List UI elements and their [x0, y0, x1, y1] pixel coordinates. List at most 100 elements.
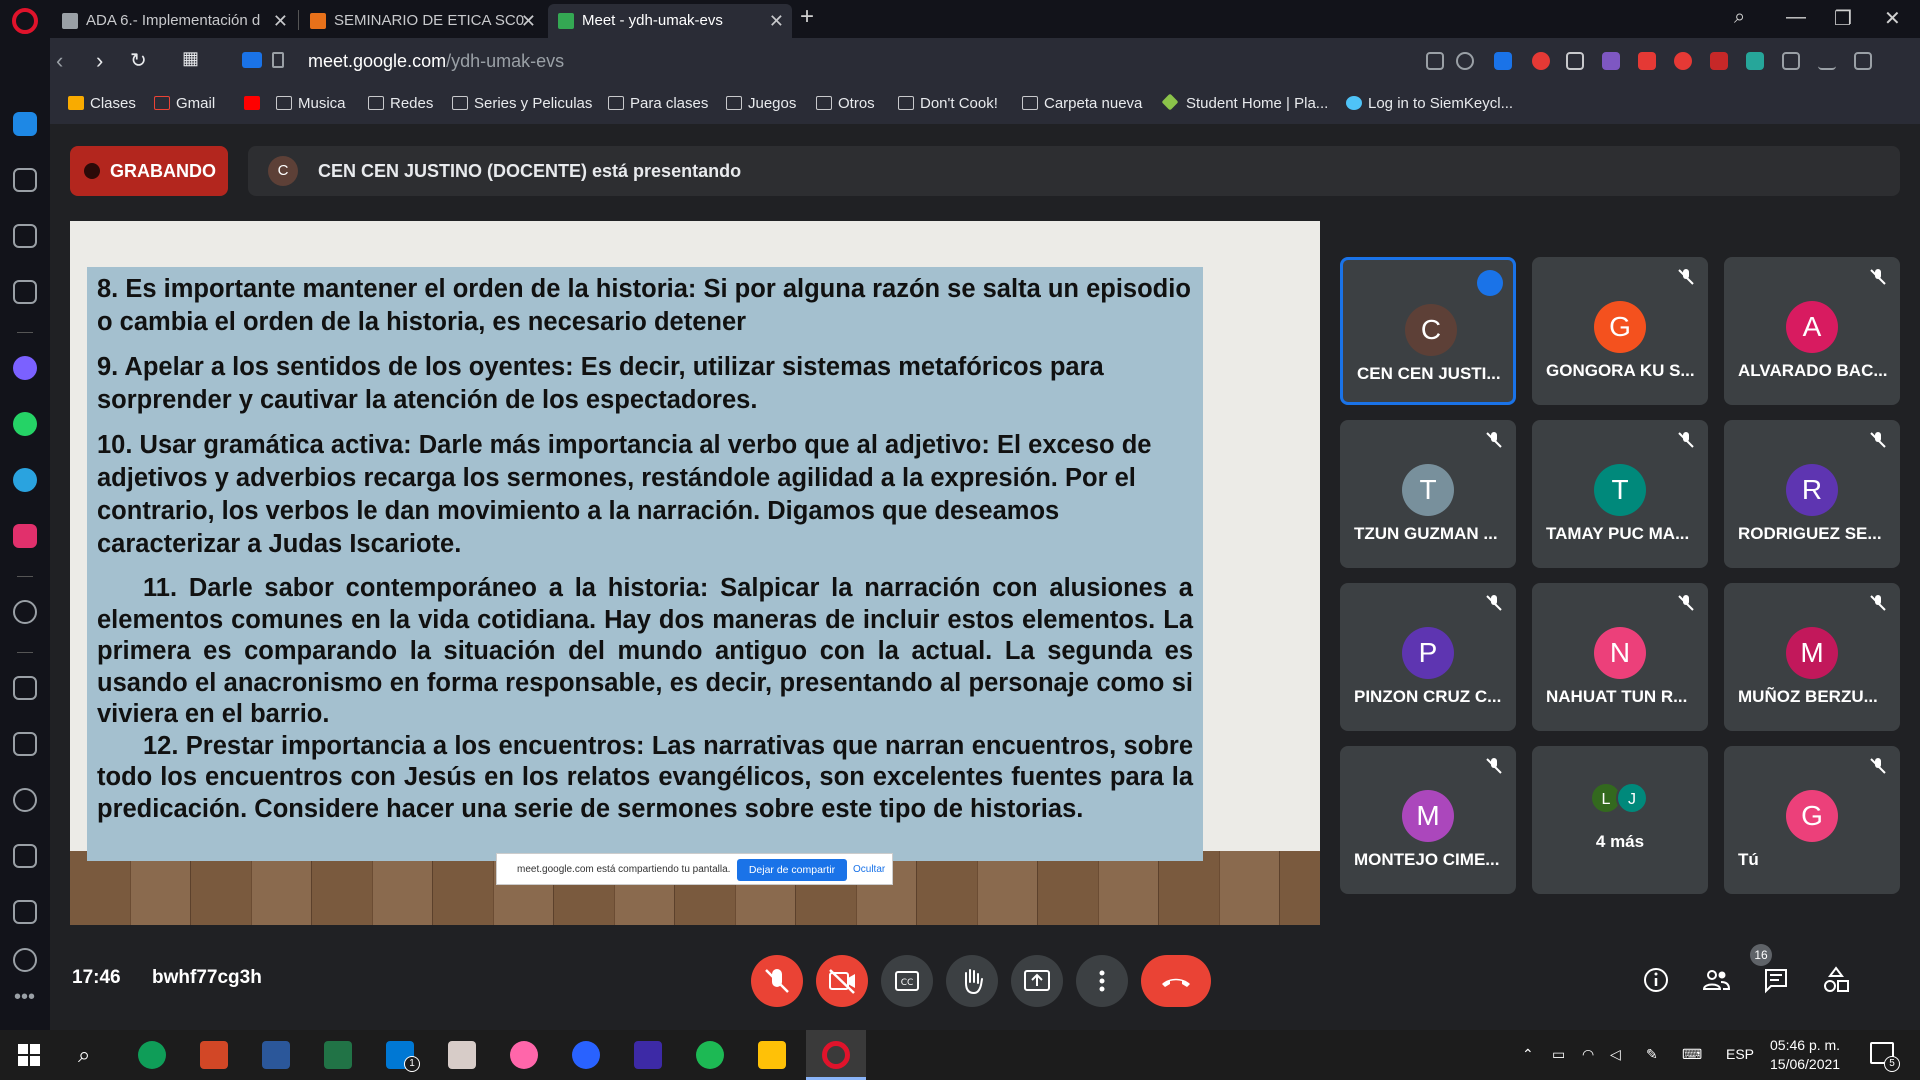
easy-setup-icon[interactable] [1566, 52, 1584, 70]
snapshot-icon[interactable] [1426, 52, 1444, 70]
speaking-indicator-icon [1477, 270, 1503, 296]
more-participants-tile[interactable]: L J 4 más [1532, 746, 1708, 894]
pen-icon[interactable]: ✎ [1646, 1046, 1658, 1063]
settings-icon[interactable] [13, 948, 37, 972]
excel-icon[interactable] [324, 1041, 352, 1069]
extension-icon[interactable] [1494, 52, 1512, 70]
amazon-music-icon[interactable] [634, 1041, 662, 1069]
bookmark-student-home[interactable]: Student Home | Pla... [1161, 93, 1328, 112]
powerpoint-icon[interactable] [200, 1041, 228, 1069]
new-tab-button[interactable]: + [800, 3, 814, 31]
extension-icon[interactable] [1746, 52, 1764, 70]
share-notice-text: meet.google.com está compartiendo tu pan… [517, 864, 731, 875]
flow-icon[interactable] [13, 280, 37, 304]
edge-icon[interactable] [138, 1041, 166, 1069]
home-icon[interactable] [13, 112, 37, 136]
telegram-icon[interactable] [13, 468, 37, 492]
bookmark-dont-cook[interactable]: Don't Cook! [898, 95, 998, 112]
battery-icon[interactable]: ▭ [1552, 1046, 1565, 1063]
participant-tile[interactable]: M MONTEJO CIME... [1340, 746, 1516, 894]
self-tile[interactable]: G Tú [1724, 746, 1900, 894]
hide-notice-link[interactable]: Ocultar [853, 864, 885, 875]
opera-taskbar-item[interactable] [806, 1030, 866, 1080]
bookmark-clases[interactable]: Clases [68, 95, 136, 112]
stop-sharing-button[interactable]: Dejar de compartir [737, 859, 847, 881]
participant-tile[interactable]: A ALVARADO BAC... [1724, 257, 1900, 405]
bookmark-siemkey[interactable]: Log in to SiemKeycl... [1346, 95, 1513, 112]
participant-tile[interactable]: R RODRIGUEZ SE... [1724, 420, 1900, 568]
bookmark-redes[interactable]: Redes [368, 95, 433, 112]
participant-tile[interactable]: T TAMAY PUC MA... [1532, 420, 1708, 568]
file-explorer-icon[interactable] [758, 1041, 786, 1069]
chevron-up-icon[interactable]: ⌃ [1522, 1046, 1534, 1063]
close-tab-icon[interactable]: ✕ [521, 4, 536, 38]
messenger-icon[interactable] [13, 356, 37, 380]
menu-icon[interactable] [1854, 52, 1872, 70]
close-tab-icon[interactable]: ✕ [769, 4, 784, 38]
bookmark-series[interactable]: Series y Peliculas [452, 95, 592, 112]
forward-icon[interactable]: › [96, 48, 103, 74]
camera-indicator-icon[interactable] [242, 52, 262, 68]
bookmark-musica[interactable]: Musica [276, 95, 346, 112]
more-icon[interactable]: ••• [14, 986, 35, 1009]
url-field[interactable]: meet.google.com/ydh-umak-evs [308, 51, 564, 72]
search-tabs-icon[interactable]: ⌕ [1734, 6, 1745, 29]
extension-icon[interactable] [1602, 52, 1620, 70]
extension-icon[interactable] [1532, 52, 1550, 70]
system-clock[interactable]: 05:46 p. m. 15/06/2021 [1770, 1036, 1840, 1074]
bookmark-carpeta-nueva[interactable]: Carpeta nueva [1022, 95, 1142, 112]
heart-icon[interactable] [13, 676, 37, 700]
search-icon[interactable]: ⌕ [78, 1042, 90, 1068]
restore-button[interactable]: ❐ [1834, 6, 1852, 31]
language-indicator[interactable]: ESP [1726, 1046, 1754, 1062]
opera-logo-icon[interactable] [12, 8, 38, 34]
minimize-button[interactable]: — [1786, 6, 1806, 29]
tabs-icon[interactable] [13, 732, 37, 756]
participant-tile[interactable]: P PINZON CRUZ C... [1340, 583, 1516, 731]
extension-icon[interactable] [1710, 52, 1728, 70]
tab-meet[interactable]: Meet - ydh-umak-evs ✕ [548, 4, 792, 38]
volume-icon[interactable]: ◁ [1610, 1046, 1621, 1063]
close-window-button[interactable]: ✕ [1884, 6, 1901, 31]
word-icon[interactable] [262, 1041, 290, 1069]
tab-ada[interactable]: ADA 6.- Implementación d ✕ [52, 4, 296, 38]
speed-dial-icon[interactable] [13, 168, 37, 192]
bookmark-juegos[interactable]: Juegos [726, 95, 796, 112]
extensions-icon[interactable] [13, 900, 37, 924]
history-icon[interactable] [13, 788, 37, 812]
back-icon[interactable]: ‹ [56, 48, 63, 74]
bookmark-gmail[interactable]: Gmail [154, 95, 215, 112]
keyboard-icon[interactable]: ⌨ [1682, 1046, 1702, 1063]
box-icon[interactable] [1782, 52, 1800, 70]
screen-share-notice: meet.google.com está compartiendo tu pan… [496, 853, 893, 885]
avatar: N [1594, 627, 1646, 679]
bookmark-otros[interactable]: Otros [816, 95, 875, 112]
reload-icon[interactable]: ↻ [130, 48, 147, 73]
downloads-icon[interactable] [13, 844, 37, 868]
participant-tile[interactable]: M MUÑOZ BERZU... [1724, 583, 1900, 731]
close-tab-icon[interactable]: ✕ [273, 4, 288, 38]
tab-grid-icon[interactable]: ▦ [182, 48, 199, 69]
bookmark-heart-icon[interactable] [1456, 52, 1474, 70]
participant-tile[interactable]: N NAHUAT TUN R... [1532, 583, 1708, 731]
osu-icon[interactable] [510, 1041, 538, 1069]
photo-app-icon[interactable] [448, 1041, 476, 1069]
player-icon[interactable] [13, 600, 37, 624]
participant-tile[interactable]: G GONGORA KU S... [1532, 257, 1708, 405]
bookmark-para-clases[interactable]: Para clases [608, 95, 708, 112]
spotify-icon[interactable] [696, 1041, 724, 1069]
wifi-icon[interactable]: ◠ [1582, 1046, 1594, 1063]
windows-start-icon[interactable] [18, 1044, 40, 1066]
app-badge: 1 [404, 1056, 420, 1072]
instagram-icon[interactable] [13, 524, 37, 548]
firefox-icon[interactable] [572, 1041, 600, 1069]
extension-icon[interactable] [1638, 52, 1656, 70]
whatsapp-icon[interactable] [13, 412, 37, 436]
participant-tile[interactable]: T TZUN GUZMAN ... [1340, 420, 1516, 568]
participant-tile[interactable]: C CEN CEN JUSTI... [1340, 257, 1516, 405]
gaming-icon[interactable] [13, 224, 37, 248]
download-icon[interactable] [1818, 52, 1836, 70]
extension-icon[interactable] [1674, 52, 1692, 70]
lock-icon[interactable] [272, 52, 284, 68]
tab-seminario[interactable]: SEMINARIO DE ETICA SC0 ✕ [300, 4, 544, 38]
